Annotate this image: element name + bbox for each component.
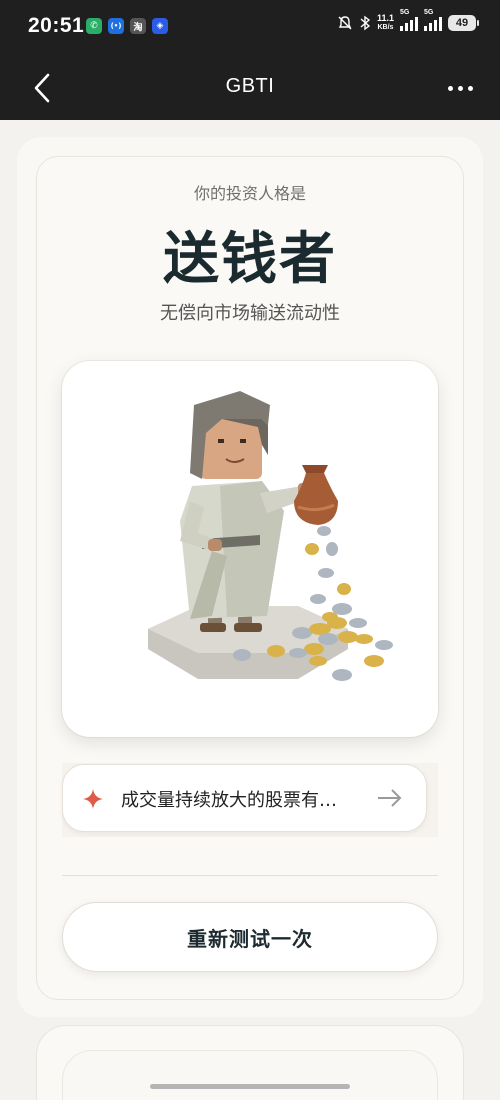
status-indicators: 11.1 KB/s 5G 5G 49	[337, 9, 479, 32]
next-card-inner	[62, 1050, 438, 1100]
result-subtitle: 你的投资人格是	[193, 184, 306, 203]
more-dot-icon	[457, 85, 463, 91]
nav-bar: GBTI	[0, 56, 500, 120]
status-bar: 20:51 ✆ (•) 淘 ◈ 11.1 KB/s 5G 5G 49	[0, 0, 500, 56]
network-speed: 11.1 KB/s	[376, 13, 394, 32]
signal-5g-icon-2: 5G	[424, 9, 442, 31]
app-icon: ◈	[152, 18, 168, 34]
signal-5g-icon-1: 5G	[400, 9, 418, 31]
home-indicator[interactable]	[150, 1084, 350, 1089]
wechat-icon: ✆	[86, 18, 102, 34]
divider	[62, 875, 438, 876]
retest-button[interactable]: 重新测试一次	[62, 902, 438, 972]
hotspot-icon: (•)	[108, 18, 124, 34]
more-dot-icon	[447, 85, 453, 91]
arrow-right-icon[interactable]	[376, 787, 404, 809]
status-app-icons: ✆ (•) 淘 ◈	[86, 18, 168, 34]
taobao-icon: 淘	[130, 18, 146, 34]
persona-title: 送钱者	[163, 226, 337, 292]
more-options-button[interactable]	[442, 74, 478, 102]
status-time: 20:51	[28, 14, 85, 37]
nav-title: GBTI	[225, 75, 275, 97]
sparkle-icon	[83, 789, 103, 809]
battery-icon: 49	[448, 15, 479, 31]
persona-illustration	[148, 391, 393, 681]
more-dot-icon	[467, 85, 473, 91]
bluetooth-icon	[360, 15, 371, 31]
persona-description: 无偿向市场输送流动性	[160, 303, 340, 324]
tip-text: 成交量持续放大的股票有…	[121, 790, 337, 811]
persona-illustration-card	[62, 361, 438, 737]
mute-bell-icon	[338, 16, 352, 30]
